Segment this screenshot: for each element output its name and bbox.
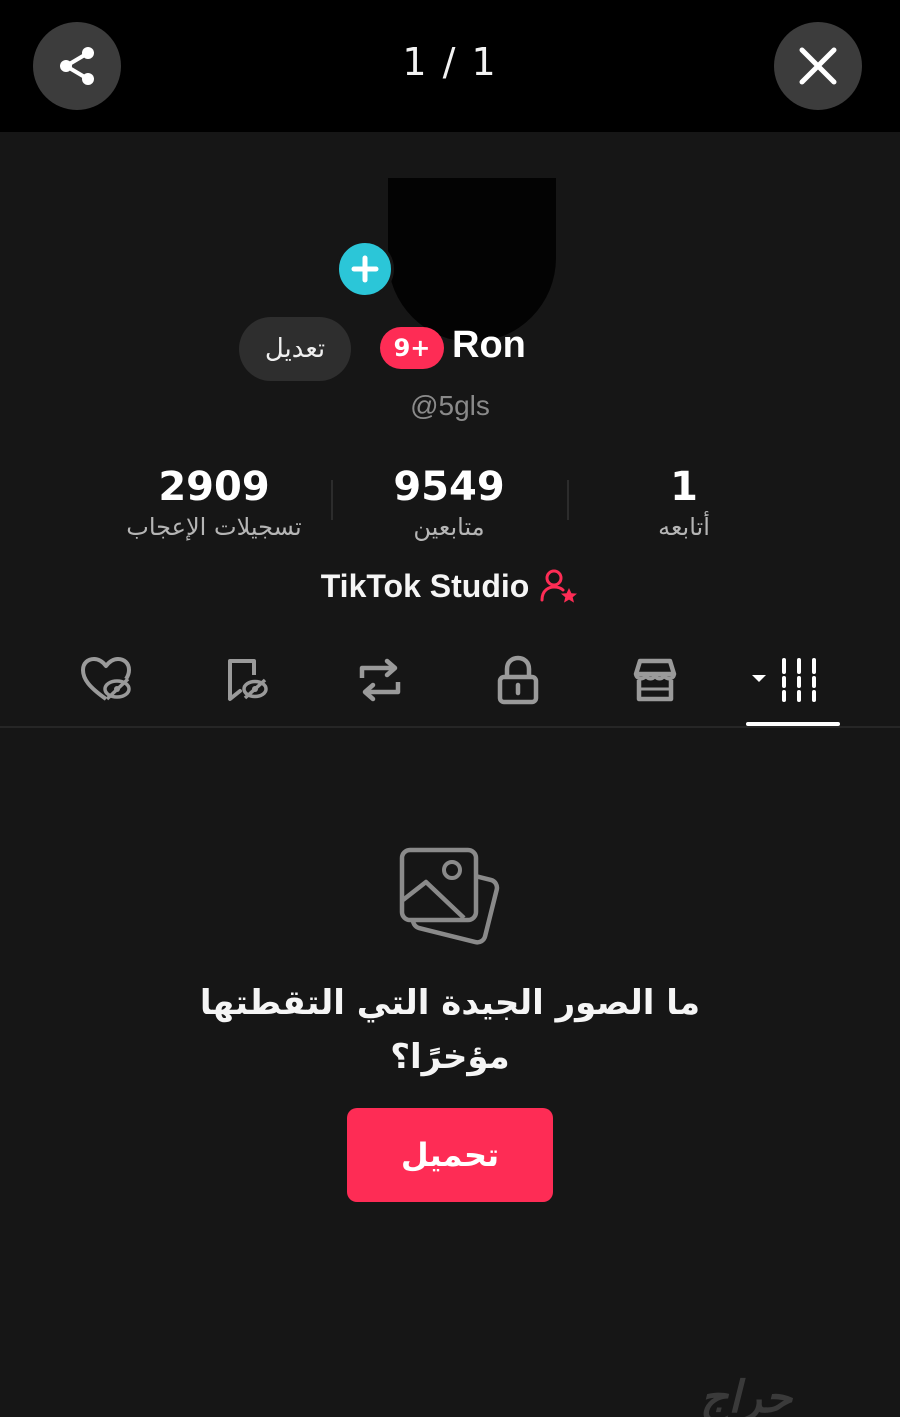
notification-badge[interactable]: 9+ bbox=[380, 327, 444, 369]
stat-likes-label: تسجيلات الإعجاب bbox=[126, 513, 302, 541]
profile-name: Ron bbox=[452, 324, 526, 366]
add-avatar-button[interactable] bbox=[336, 240, 394, 298]
stat-likes[interactable]: 2909 تسجيلات الإعجاب bbox=[94, 463, 334, 543]
viewer-topbar: 1 / 1 bbox=[0, 0, 900, 132]
close-button[interactable] bbox=[774, 22, 862, 110]
heart-hidden-icon bbox=[81, 657, 131, 701]
shop-icon bbox=[633, 658, 677, 702]
stat-followers-label: متابعين bbox=[413, 513, 485, 541]
photos-icon bbox=[399, 847, 500, 945]
plus-icon bbox=[351, 255, 379, 283]
tiktok-studio-link[interactable]: TikTok Studio bbox=[0, 566, 900, 606]
profile-handle: @5gls bbox=[410, 390, 490, 421]
selected-tab-indicator bbox=[746, 722, 840, 726]
tab-shop[interactable] bbox=[625, 650, 685, 710]
grid-icon bbox=[752, 658, 816, 702]
watermark-logo: حراج bbox=[700, 1372, 793, 1417]
edit-profile-button[interactable]: تعديل bbox=[239, 317, 351, 381]
tab-favorites-hidden[interactable] bbox=[215, 650, 275, 710]
stat-followers[interactable]: 9549 متابعين bbox=[329, 463, 569, 543]
tab-videos[interactable] bbox=[752, 650, 822, 710]
avatar[interactable] bbox=[388, 178, 556, 342]
close-icon bbox=[799, 47, 837, 85]
repost-icon bbox=[359, 658, 401, 702]
page-counter: 1 / 1 bbox=[402, 40, 498, 84]
stat-following-label: أتابعه bbox=[658, 513, 710, 541]
stat-following[interactable]: 1 أتابعه bbox=[564, 463, 804, 543]
empty-state-title: ما الصور الجيدة التي التقطتها مؤخرًا؟ bbox=[199, 983, 701, 1077]
stat-following-value: 1 bbox=[670, 464, 698, 510]
tiktok-studio-label: TikTok Studio bbox=[320, 567, 530, 604]
stat-likes-value: 2909 bbox=[158, 464, 270, 510]
tab-liked-hidden[interactable] bbox=[76, 650, 136, 710]
upload-button[interactable]: تحميل bbox=[347, 1108, 553, 1202]
stat-followers-value: 9549 bbox=[393, 464, 505, 510]
user-star-icon bbox=[540, 569, 578, 603]
lock-icon bbox=[497, 655, 539, 705]
tab-reposts[interactable] bbox=[350, 650, 410, 710]
profile-tabs bbox=[0, 640, 900, 728]
bookmark-hidden-icon bbox=[228, 659, 268, 701]
tab-private[interactable] bbox=[488, 650, 548, 710]
